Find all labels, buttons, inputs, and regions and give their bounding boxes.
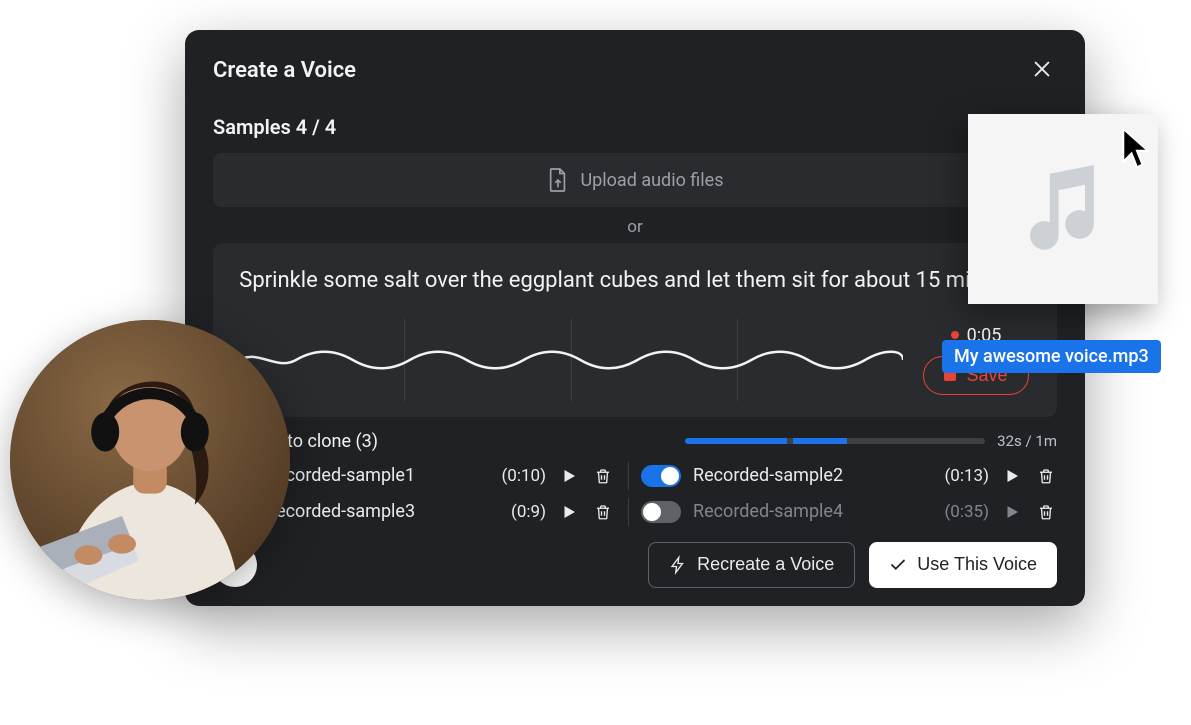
sample-delete-button[interactable] [592, 500, 614, 524]
sample-name: Recorded-sample3 [265, 501, 480, 522]
modal-footer: Recreate a Voice Use This Voice [213, 542, 1057, 588]
avatar-illustration-icon [10, 320, 290, 600]
play-icon [1003, 503, 1021, 521]
sample-row: Recorded-sample2 (0:13) [641, 462, 1057, 490]
progress-text: 32s / 1m [997, 432, 1057, 450]
recording-panel: Sprinkle some salt over the eggplant cub… [213, 243, 1057, 417]
play-icon [560, 467, 578, 485]
music-note-icon [1008, 154, 1118, 264]
progress-bar[interactable] [685, 438, 985, 444]
user-avatar [10, 320, 290, 600]
play-icon [560, 503, 578, 521]
sample-delete-button[interactable] [592, 464, 614, 488]
upload-audio-label: Upload audio files [581, 170, 724, 191]
trash-icon [1037, 502, 1055, 522]
modal-header: Create a Voice [213, 54, 1057, 87]
modal-title: Create a Voice [213, 58, 356, 83]
upload-audio-button[interactable]: Upload audio files [213, 153, 1057, 207]
waveform[interactable] [239, 319, 903, 401]
sample-name: Recorded-sample2 [693, 465, 923, 486]
recording-dot-icon [951, 331, 959, 339]
sample-delete-button[interactable] [1035, 500, 1057, 524]
sample-toggle[interactable] [641, 465, 681, 487]
prompt-text: Sprinkle some salt over the eggplant cub… [239, 265, 1031, 297]
check-icon [889, 556, 907, 574]
close-button[interactable] [1027, 54, 1057, 87]
sample-play-button[interactable] [558, 465, 580, 487]
sample-duration: (0:9) [492, 502, 546, 522]
sample-play-button[interactable] [1001, 501, 1023, 523]
lightning-icon [669, 555, 687, 575]
create-voice-modal: Create a Voice Samples 4 / 4 Upload audi… [185, 30, 1085, 606]
upload-file-icon [547, 167, 569, 193]
samples-counter: Samples 4 / 4 [213, 115, 1057, 139]
sample-play-button[interactable] [1001, 465, 1023, 487]
play-icon [1003, 467, 1021, 485]
waveform-row: 0:05 Save [239, 319, 1031, 401]
recreate-voice-label: Recreate a Voice [697, 554, 834, 575]
close-icon [1031, 58, 1053, 80]
trash-icon [594, 466, 612, 486]
sample-play-button[interactable] [558, 501, 580, 523]
waveform-line-icon [239, 319, 903, 401]
use-this-voice-label: Use This Voice [917, 554, 1037, 575]
use-this-voice-button[interactable]: Use This Voice [869, 542, 1057, 588]
sample-delete-button[interactable] [1035, 464, 1057, 488]
samples-to-clone-header: Samples to clone (3) 32s / 1m [213, 431, 1057, 452]
dragged-file-name-chip: My awesome voice.mp3 [942, 340, 1161, 373]
sample-name: Recorded-sample4 [693, 501, 923, 522]
samples-grid: Recorded-sample1 (0:10) Recorded-sample2… [213, 462, 1057, 526]
sample-row: Recorded-sample4 (0:35) [641, 498, 1057, 526]
sample-name: Recorded-sample1 [265, 465, 480, 486]
recreate-voice-button[interactable]: Recreate a Voice [648, 542, 855, 588]
sample-toggle[interactable] [641, 501, 681, 523]
or-separator: or [213, 217, 1057, 237]
sample-duration: (0:35) [935, 502, 989, 522]
sample-duration: (0:13) [935, 466, 989, 486]
trash-icon [594, 502, 612, 522]
sample-duration: (0:10) [492, 466, 546, 486]
trash-icon [1037, 466, 1055, 486]
cursor-arrow-icon [1120, 126, 1154, 170]
clone-progress: 32s / 1m [685, 432, 1057, 450]
